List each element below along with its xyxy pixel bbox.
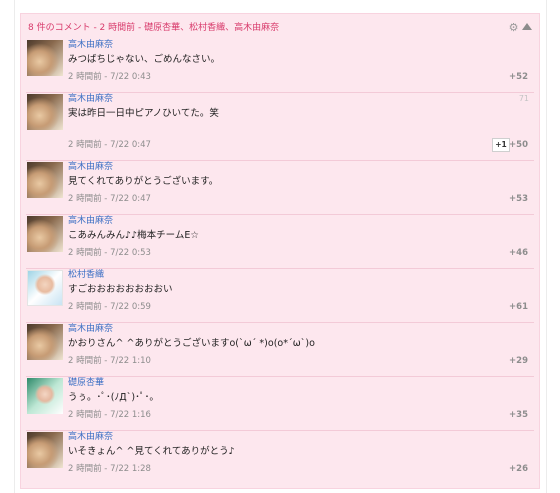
comment-text: みつばちじゃない、ごめんなさい。 <box>68 54 221 65</box>
comments-panel: 8 件のコメント - 2 時間前 - 礎原杏華、松村香織、高木由麻奈 ⚙ 高木由… <box>20 13 540 489</box>
comment-score: +35 <box>509 410 528 420</box>
plus-one-button[interactable]: +1 <box>492 138 510 152</box>
comment-item: 高木由麻奈 こあみんみん♪♪梅本チームE☆ 2 時間前 - 7/22 0:53 … <box>26 215 534 269</box>
comment-author[interactable]: 高木由麻奈 <box>68 215 113 227</box>
gear-icon[interactable]: ⚙ <box>508 22 519 33</box>
comment-author[interactable]: 高木由麻奈 <box>68 39 113 51</box>
comment-timestamp[interactable]: 2 時間前 - 7/22 0:47 <box>68 139 151 151</box>
comment-timestamp[interactable]: 2 時間前 - 7/22 1:28 <box>68 463 151 475</box>
comment-timestamp[interactable]: 2 時間前 - 7/22 0:43 <box>68 71 151 83</box>
comment-timestamp[interactable]: 2 時間前 - 7/22 1:10 <box>68 355 151 367</box>
comment-score: +52 <box>509 72 528 82</box>
comment-score: +29 <box>509 356 528 366</box>
comment-author[interactable]: 高木由麻奈 <box>68 323 113 335</box>
avatar[interactable] <box>27 324 63 360</box>
comment-author[interactable]: 高木由麻奈 <box>68 161 113 173</box>
comment-score: +53 <box>509 194 528 204</box>
comment-item: 礎原杏華 うぅ。･ﾟ･(ﾉД`)･ﾟ･。 2 時間前 - 7/22 1:16 +… <box>26 377 534 431</box>
avatar[interactable] <box>27 40 63 76</box>
comments-summary[interactable]: 8 件のコメント - 2 時間前 - 礎原杏華、松村香織、高木由麻奈 <box>28 21 279 35</box>
frame-border-right <box>546 0 547 493</box>
comment-timestamp[interactable]: 2 時間前 - 7/22 0:59 <box>68 301 151 313</box>
comment-text: 実は昨日一日中ピアノひいてた。笑 <box>68 108 219 119</box>
avatar[interactable] <box>27 94 63 130</box>
avatar[interactable] <box>27 162 63 198</box>
frame-border-left <box>14 0 15 493</box>
comment-item: 高木由麻奈 いそきょん^ ^見てくれてありがとう♪ 2 時間前 - 7/22 1… <box>26 431 534 484</box>
collapse-triangle-icon[interactable] <box>522 23 532 30</box>
comment-text: かおりさん^ ^ありがとうございますo(`ω´ *)o(o*´ω`)o <box>68 338 315 349</box>
comment-timestamp[interactable]: 2 時間前 - 7/22 0:53 <box>68 247 151 259</box>
avatar[interactable] <box>27 216 63 252</box>
comment-item: 高木由麻奈 見てくれてありがとうございます。 2 時間前 - 7/22 0:47… <box>26 161 534 215</box>
comment-author[interactable]: 礎原杏華 <box>68 377 104 389</box>
comment-score: +50 <box>509 140 528 150</box>
avatar[interactable] <box>27 432 63 468</box>
comment-author[interactable]: 高木由麻奈 <box>68 431 113 443</box>
comment-item: 高木由麻奈 71 実は昨日一日中ピアノひいてた。笑 2 時間前 - 7/22 0… <box>26 93 534 161</box>
comment-text: すごおおおおおおおおい <box>68 284 173 295</box>
comments-header: 8 件のコメント - 2 時間前 - 礎原杏華、松村香織、高木由麻奈 ⚙ <box>28 21 533 35</box>
avatar[interactable] <box>27 378 63 414</box>
comment-timestamp[interactable]: 2 時間前 - 7/22 0:47 <box>68 193 151 205</box>
comment-item: 松村香織 すごおおおおおおおおい 2 時間前 - 7/22 0:59 +61 <box>26 269 534 323</box>
comment-text: 見てくれてありがとうございます。 <box>68 176 219 187</box>
comment-author[interactable]: 松村香織 <box>68 269 104 281</box>
comment-text: うぅ。･ﾟ･(ﾉД`)･ﾟ･。 <box>68 392 159 403</box>
comment-score: +61 <box>509 302 528 312</box>
avatar[interactable] <box>27 270 63 306</box>
comment-item: 高木由麻奈 みつばちじゃない、ごめんなさい。 2 時間前 - 7/22 0:43… <box>26 39 534 93</box>
comment-author[interactable]: 高木由麻奈 <box>68 93 113 105</box>
comment-timestamp[interactable]: 2 時間前 - 7/22 1:16 <box>68 409 151 421</box>
comment-text: こあみんみん♪♪梅本チームE☆ <box>68 230 199 241</box>
comment-number: 71 <box>518 94 529 103</box>
comment-score: +26 <box>509 464 528 474</box>
comment-item: 高木由麻奈 かおりさん^ ^ありがとうございますo(`ω´ *)o(o*´ω`)… <box>26 323 534 377</box>
comment-text: いそきょん^ ^見てくれてありがとう♪ <box>68 446 235 457</box>
comment-score: +46 <box>509 248 528 258</box>
